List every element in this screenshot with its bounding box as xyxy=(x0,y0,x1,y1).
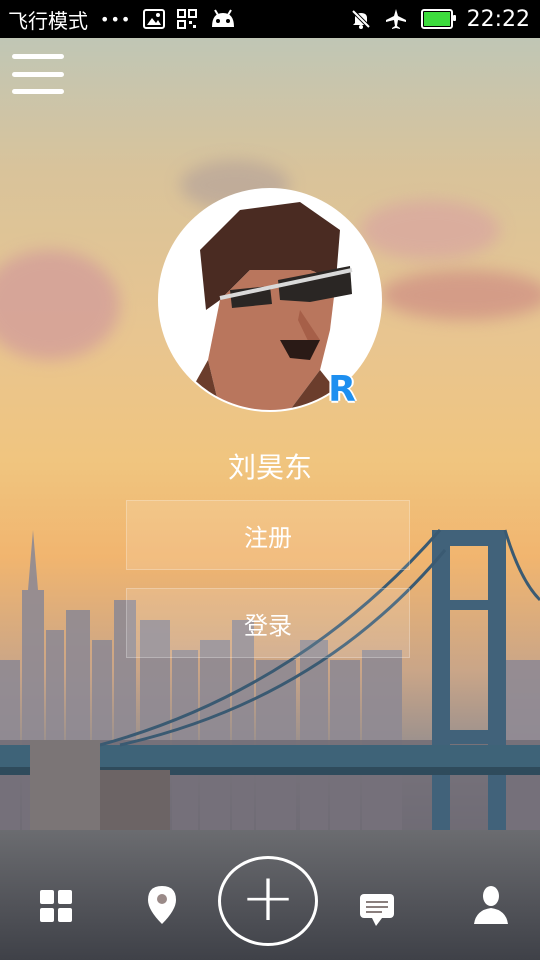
username: 刘昊东 xyxy=(227,451,312,484)
add-icon: + xyxy=(240,859,296,936)
apps-grid-icon[interactable] xyxy=(38,888,74,924)
add-button[interactable]: + xyxy=(218,856,318,946)
location-pin-icon[interactable] xyxy=(146,884,178,926)
android-icon xyxy=(209,9,237,29)
register-button[interactable]: 注册 xyxy=(126,500,410,570)
battery-level xyxy=(423,12,450,26)
avatar-container[interactable]: R xyxy=(158,188,382,412)
login-button[interactable]: 登录 xyxy=(126,588,410,658)
user-icon[interactable] xyxy=(472,884,510,926)
airplane-icon xyxy=(385,8,407,30)
battery-icon xyxy=(420,9,456,29)
clock: 22:22 xyxy=(466,6,530,32)
menu-icon[interactable] xyxy=(12,54,64,94)
image-icon xyxy=(143,9,166,29)
mute-icon xyxy=(351,9,371,29)
verified-badge: R xyxy=(328,368,356,410)
status-bar: 飞行模式 ••• 22:22 xyxy=(0,0,540,38)
grid-dots-icon xyxy=(177,9,198,29)
message-icon[interactable] xyxy=(358,890,396,928)
more-dots: ••• xyxy=(100,9,132,29)
airplane-mode-text: 飞行模式 xyxy=(8,8,88,33)
